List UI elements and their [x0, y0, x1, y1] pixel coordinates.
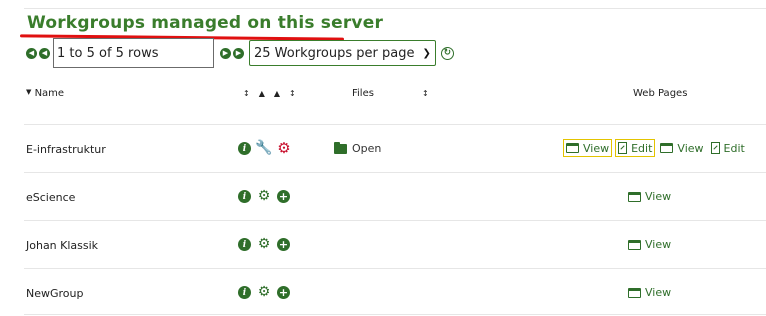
view-label: View — [645, 238, 672, 251]
web-pages-actions: View Edit View Edit — [563, 139, 750, 157]
rows-range-field[interactable]: 1 to 5 of 5 rows — [53, 38, 214, 68]
view-label: View — [677, 141, 704, 155]
workgroup-name[interactable]: Johan Klassik — [26, 239, 98, 252]
screen-icon — [660, 143, 674, 153]
files-open-link[interactable]: Open — [334, 141, 382, 155]
view-button[interactable]: View — [628, 238, 671, 251]
per-page-select[interactable]: 25 Workgroups per page ❯ — [249, 40, 436, 66]
previous-page-icon[interactable]: ◀ — [39, 47, 50, 59]
view-label: View — [583, 141, 610, 155]
column-header-web-pages-label: Web Pages — [633, 88, 688, 99]
refresh-icon[interactable]: ↻ — [440, 46, 454, 60]
gear-icon[interactable]: ⚙ — [277, 141, 291, 156]
column-header-name-label: Name — [34, 88, 65, 99]
edit-icon — [618, 142, 628, 154]
sort-desc-icon: ▼ — [26, 88, 32, 96]
column-header-files[interactable]: Files — [352, 88, 374, 99]
edit-label: Edit — [631, 141, 653, 155]
first-page-icon[interactable]: ◀ — [26, 47, 37, 59]
actions-sort-icons[interactable]: ↕▲▲↕ — [243, 89, 305, 98]
last-page-icon[interactable]: ▶ — [233, 47, 244, 59]
gear-icon[interactable]: ⚙ — [257, 189, 271, 203]
edit-label: Edit — [723, 141, 745, 155]
table-row: Johan Klassik i ⚙ + View — [0, 221, 766, 269]
workgroup-name[interactable]: eScience — [26, 191, 75, 204]
edit-icon — [710, 142, 720, 154]
column-header-web-pages[interactable]: Web Pages — [633, 88, 687, 99]
table-row: NewGroup i ⚙ + View — [0, 269, 766, 316]
edit-button[interactable]: Edit — [709, 139, 747, 157]
per-page-value: 25 Workgroups per page — [254, 45, 415, 61]
column-header-files-label: Files — [352, 88, 374, 99]
top-divider — [24, 8, 766, 9]
column-header-name[interactable]: ▼ Name — [26, 88, 64, 99]
row-divider — [24, 314, 766, 315]
wrench-icon[interactable]: 🔧 — [255, 141, 272, 155]
view-button[interactable]: View — [658, 139, 705, 157]
chevron-down-icon: ❯ — [422, 47, 431, 59]
gear-icon[interactable]: ⚙ — [257, 285, 271, 299]
view-button[interactable]: View — [628, 190, 671, 203]
screen-icon — [566, 143, 579, 153]
table-row: eScience i ⚙ + View — [0, 173, 766, 221]
view-label: View — [645, 190, 672, 203]
info-icon[interactable]: i — [238, 142, 251, 155]
page-title: Workgroups managed on this server — [27, 13, 384, 33]
info-icon[interactable]: i — [238, 286, 251, 299]
add-icon[interactable]: + — [277, 190, 290, 203]
edit-button[interactable]: Edit — [615, 139, 656, 157]
view-button[interactable]: View — [563, 139, 613, 157]
screen-icon — [628, 191, 641, 202]
screen-icon — [628, 287, 641, 298]
view-button[interactable]: View — [628, 286, 671, 299]
workgroup-name[interactable]: E-infrastruktur — [26, 143, 106, 156]
pagination-bar: ◀ ◀ 1 to 5 of 5 rows ▶ ▶ 25 Workgroups p… — [26, 38, 454, 68]
info-icon[interactable]: i — [238, 238, 251, 251]
gear-icon[interactable]: ⚙ — [257, 237, 271, 251]
folder-icon — [334, 141, 347, 154]
files-sort-icon[interactable]: ↕ — [422, 89, 438, 98]
add-icon[interactable]: + — [277, 286, 290, 299]
workgroup-name[interactable]: NewGroup — [26, 287, 83, 300]
next-page-icon[interactable]: ▶ — [220, 47, 231, 59]
info-icon[interactable]: i — [238, 190, 251, 203]
rows-range-text: 1 to 5 of 5 rows — [57, 45, 159, 61]
add-icon[interactable]: + — [277, 238, 290, 251]
table-row: E-infrastruktur i 🔧 ⚙ Open View Edit Vie… — [0, 125, 766, 173]
files-open-label: Open — [352, 142, 382, 155]
view-label: View — [645, 286, 672, 299]
screen-icon — [628, 239, 641, 250]
